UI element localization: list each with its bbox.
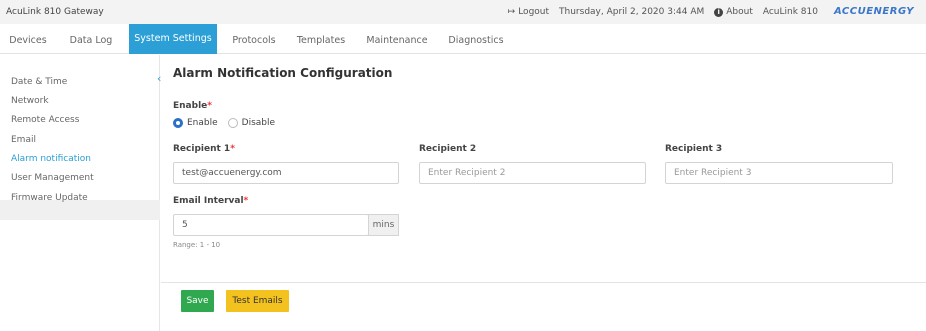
enable-radio-group: Enable Disable bbox=[173, 118, 275, 128]
logout-icon: ↦ bbox=[507, 6, 516, 17]
sidebar-item-user-management[interactable]: User Management bbox=[11, 173, 94, 183]
required-mark: * bbox=[243, 196, 249, 206]
required-mark: * bbox=[207, 101, 212, 111]
interval-range-hint: Range: 1 - 10 bbox=[173, 241, 221, 249]
app-title: AcuLink 810 Gateway bbox=[6, 7, 104, 17]
page-title: Alarm Notification Configuration bbox=[173, 66, 393, 80]
logout-label: Logout bbox=[518, 6, 550, 17]
tab-diagnostics[interactable]: Diagnostics bbox=[443, 30, 509, 52]
recipient3-label: Recipient 3 bbox=[665, 144, 723, 154]
recipient1-label: Recipient 1* bbox=[173, 144, 235, 154]
tab-protocols[interactable]: Protocols bbox=[226, 30, 282, 52]
enable-label-text: Enable bbox=[173, 101, 208, 111]
main-nav: Devices Data Log System Settings Protoco… bbox=[0, 24, 926, 54]
logout-link[interactable]: ↦ Logout bbox=[508, 7, 549, 17]
tab-devices[interactable]: Devices bbox=[6, 30, 50, 52]
enable-radio-label: Enable bbox=[187, 118, 218, 128]
interval-unit-addon: mins bbox=[368, 214, 399, 236]
sidebar-item-alarm-notification[interactable]: Alarm notification bbox=[11, 154, 91, 164]
recipient2-input[interactable]: Enter Recipient 2 bbox=[419, 162, 646, 184]
top-bar-right: ↦ Logout Thursday, April 2, 2020 3:44 AM … bbox=[508, 6, 914, 17]
disable-radio-label: Disable bbox=[241, 118, 276, 128]
top-bar: AcuLink 810 Gateway ↦ Logout Thursday, Ap… bbox=[0, 0, 926, 24]
disable-radio[interactable] bbox=[227, 118, 238, 128]
email-interval-label-text: Email Interval bbox=[173, 196, 244, 206]
sidebar-item-firmware-update[interactable]: Firmware Update bbox=[11, 193, 88, 203]
enable-radio[interactable] bbox=[173, 118, 183, 128]
brand-logo: ACCUENERGY bbox=[833, 6, 914, 17]
email-interval-label: Email Interval* bbox=[173, 196, 248, 206]
info-icon: i bbox=[714, 7, 724, 17]
sidebar-item-network[interactable]: Network bbox=[11, 96, 49, 106]
form-divider bbox=[161, 282, 926, 283]
recipient1-label-text: Recipient 1 bbox=[173, 144, 231, 154]
recipient3-input[interactable]: Enter Recipient 3 bbox=[665, 162, 893, 184]
tab-data-log[interactable]: Data Log bbox=[66, 30, 116, 52]
enable-label: Enable* bbox=[173, 101, 212, 111]
sidebar-item-date-time[interactable]: Date & Time bbox=[11, 77, 67, 87]
tab-templates[interactable]: Templates bbox=[292, 30, 350, 52]
test-emails-button[interactable]: Test Emails bbox=[226, 290, 289, 312]
sidebar-item-remote-access[interactable]: Remote Access bbox=[11, 115, 79, 125]
recipient2-label: Recipient 2 bbox=[419, 144, 477, 154]
sidebar-active-highlight bbox=[0, 200, 160, 220]
email-interval-input[interactable]: 5 bbox=[173, 214, 369, 236]
datetime-text: Thursday, April 2, 2020 3:44 AM bbox=[559, 6, 705, 17]
recipient1-input[interactable]: test@accuenergy.com bbox=[173, 162, 399, 184]
tab-system-settings[interactable]: System Settings bbox=[129, 24, 217, 54]
sidebar-item-email[interactable]: Email bbox=[11, 135, 36, 145]
device-name: AcuLink 810 bbox=[762, 6, 818, 17]
save-button[interactable]: Save bbox=[181, 290, 214, 312]
tab-maintenance[interactable]: Maintenance bbox=[362, 30, 432, 52]
about-label: About bbox=[726, 6, 753, 17]
main-panel: Alarm Notification Configuration Enable*… bbox=[161, 55, 926, 331]
required-mark: * bbox=[230, 144, 235, 154]
settings-sidebar: Date & Time Network Remote Access Email … bbox=[0, 55, 160, 331]
about-link[interactable]: i About bbox=[714, 7, 753, 17]
